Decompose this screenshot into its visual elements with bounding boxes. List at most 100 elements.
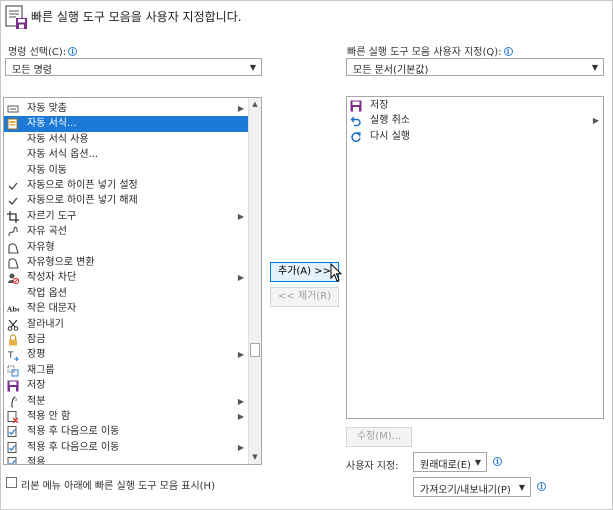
list-item[interactable]: 재그룹 <box>4 363 248 378</box>
ribbon-position-checkbox[interactable] <box>6 477 17 488</box>
dropdown-arrow-icon: ▼ <box>518 483 525 492</box>
list-item-label: 다시 실행 <box>370 130 410 142</box>
customize-scope-select[interactable]: 모든 문서(기본값) ▼ <box>346 58 604 76</box>
list-item-label: 자동으로 하이픈 넣기 설정 <box>27 180 138 191</box>
list-item-label: 자동으로 하이픈 넣기 해제 <box>27 195 138 207</box>
list-item[interactable]: 저장 <box>4 378 248 393</box>
list-item[interactable]: 자유형으로 변환 <box>4 255 248 270</box>
list-item-label: 실행 취소 <box>370 115 410 127</box>
list-item[interactable]: 자동 서식 옵션... <box>4 147 248 162</box>
command-source-select[interactable]: 모든 명령 ▼ <box>5 58 262 76</box>
info-icon: i <box>503 47 513 56</box>
scissors-icon <box>7 319 19 331</box>
list-item[interactable]: 자유형 <box>4 240 248 255</box>
small-caps-icon: Abc <box>6 303 21 315</box>
submenu-arrow-icon: ▶ <box>237 104 244 113</box>
submenu-arrow-icon: ▶ <box>237 412 244 421</box>
list-item[interactable]: 실행 취소 ▶ <box>347 113 603 128</box>
list-item-label: 재그룹 <box>27 364 55 376</box>
svg-text:x: x <box>15 397 18 402</box>
list-item-label: 적용 안 함 <box>27 411 71 422</box>
mouse-cursor-icon <box>330 263 343 282</box>
command-list[interactable]: · · · · · 자동 맞춤 ▶ 자동 서식... 자동 서식 사용 자동 서식 옵션… <box>3 97 262 465</box>
import-export-dropdown-button[interactable]: 가져오기/내보내기(P) ▼ <box>413 477 531 497</box>
command-source-label: 명령 선택(C): i <box>8 43 78 58</box>
list-item[interactable]: 적용 후 다음으로 이동 ▶ <box>4 440 248 455</box>
list-item[interactable]: 다시 실행 <box>347 129 603 144</box>
crop-icon <box>7 210 19 223</box>
accept-next-icon <box>7 426 19 438</box>
list-item-label: 장평 <box>27 349 46 361</box>
list-item[interactable]: 자동 이동 <box>4 163 248 178</box>
list-item-label: 적용 후 다음으로 이동 <box>27 441 120 453</box>
list-item[interactable]: 작업 옵션 <box>4 286 248 301</box>
list-item[interactable]: T 장평 ▶ <box>4 347 248 362</box>
dropdown-arrow-icon: ▼ <box>474 458 481 467</box>
reset-dropdown-button[interactable]: 원래대로(E) ▼ <box>413 452 487 472</box>
list-item-label: 잠금 <box>27 334 46 345</box>
add-button[interactable]: 추가(A) >> <box>270 262 339 282</box>
freeform-shape-icon <box>7 242 19 254</box>
info-icon: i <box>537 482 546 491</box>
list-item[interactable]: Abc 작은 대문자 <box>4 301 248 316</box>
list-item[interactable]: 자르기 도구 ▶ <box>4 209 248 224</box>
save-icon <box>350 100 362 112</box>
scroll-down-icon[interactable]: ▼ <box>249 451 261 464</box>
undo-icon <box>350 115 362 127</box>
list-item[interactable]: 잠금 <box>4 332 248 347</box>
list-item-label: 자유형으로 변환 <box>27 257 95 268</box>
list-item-label: 적분 <box>27 395 46 407</box>
freeform-curve-icon <box>7 226 19 238</box>
dropdown-arrow-icon: ▼ <box>591 63 598 72</box>
redo-icon <box>350 131 362 143</box>
list-item[interactable]: 자동으로 하이픈 넣기 설정 <box>4 178 248 193</box>
list-item-label: 작은 대문자 <box>27 303 77 315</box>
block-author-icon <box>7 272 20 285</box>
list-item[interactable]: x 적분 ▶ <box>4 394 248 409</box>
user-custom-label: 사용자 지정: <box>346 461 399 472</box>
list-item-label: 적용 <box>27 457 46 465</box>
list-item[interactable]: 자유 곡선 <box>4 224 248 239</box>
quick-access-toolbar-icon <box>5 5 27 29</box>
list-item-label: 적용 후 다음으로 이동 <box>27 426 120 438</box>
submenu-arrow-icon: ▶ <box>237 211 244 221</box>
list-item[interactable]: 적용 안 함 ▶ <box>4 409 248 424</box>
list-item-label: 잘라내기 <box>27 318 64 330</box>
toolbar-items-list[interactable]: 저장실행 취소 ▶ 다시 실행 <box>346 96 604 419</box>
list-item[interactable]: 저장 <box>347 98 603 113</box>
dropdown-arrow-icon: ▼ <box>249 63 256 72</box>
remove-button[interactable]: << 제거(R) <box>270 287 339 307</box>
ribbon-position-label[interactable]: 리본 메뉴 아래에 빠른 실행 도구 모음 표시(H) <box>21 477 215 492</box>
char-scale-icon: T <box>7 349 19 362</box>
list-item-label: 저장 <box>370 100 389 111</box>
list-item[interactable]: 자동 서식 사용 <box>4 132 248 147</box>
list-item-label: 작성자 차단 <box>27 272 77 284</box>
scroll-up-icon[interactable]: ▲ <box>249 98 261 111</box>
list-item[interactable]: 자동으로 하이픈 넣기 해제 <box>4 193 248 208</box>
list-item-label: 자동 서식 사용 <box>27 133 89 145</box>
autofit-icon <box>7 103 19 115</box>
command-list-scrollbar[interactable]: ▲ ▼ <box>248 98 261 464</box>
submenu-arrow-icon: ▶ <box>592 116 599 126</box>
customize-toolbar-label: 빠른 실행 도구 모음 사용자 지정(Q): i <box>347 43 513 58</box>
list-item[interactable]: 자동 맞춤 ▶ <box>4 101 248 116</box>
submenu-arrow-icon: ▶ <box>237 273 244 283</box>
regroup-icon <box>7 365 19 377</box>
scroll-thumb[interactable] <box>250 343 260 357</box>
svg-text:Abc: Abc <box>7 306 19 314</box>
list-item[interactable]: 잘라내기 <box>4 317 248 332</box>
convert-freeform-icon <box>7 257 19 269</box>
integral-icon: x <box>7 396 19 408</box>
list-item[interactable]: 작성자 차단 ▶ <box>4 270 248 285</box>
save-icon <box>7 380 19 392</box>
submenu-arrow-icon: ▶ <box>237 396 244 406</box>
dialog-header-title: 빠른 실행 도구 모음을 사용자 지정합니다. <box>31 10 242 24</box>
list-item[interactable]: 자동 서식... <box>4 116 248 132</box>
check-icon <box>7 195 19 207</box>
list-item-label: 작업 옵션 <box>27 287 67 299</box>
autoformat-icon <box>7 118 19 130</box>
submenu-arrow-icon: ▶ <box>237 350 244 360</box>
list-item[interactable]: 적용 후 다음으로 이동 <box>4 424 248 439</box>
modify-button[interactable]: 수정(M)... <box>346 427 412 447</box>
list-item[interactable]: 적용 <box>4 455 248 465</box>
